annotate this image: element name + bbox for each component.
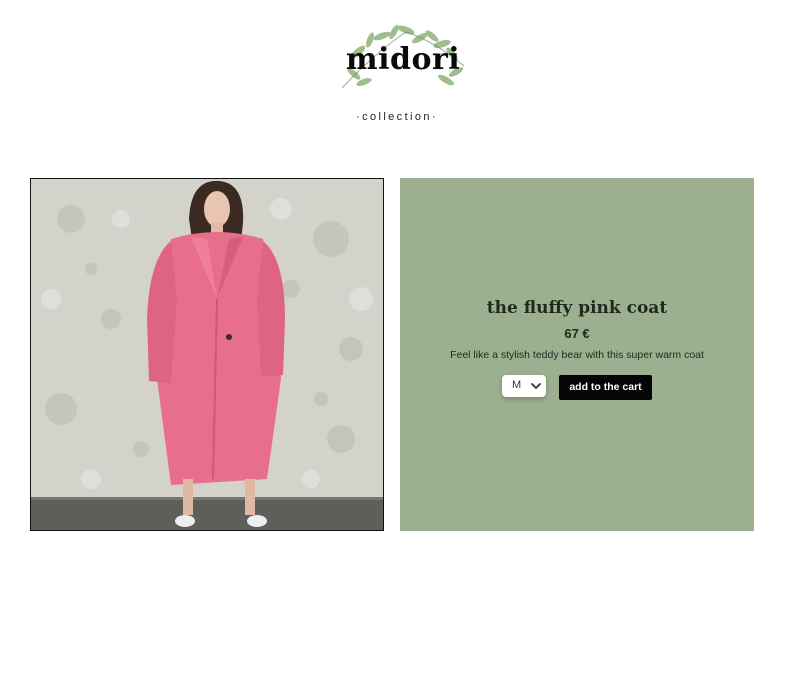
product-title: the fluffy pink coat [486, 298, 668, 318]
chevron-down-icon [531, 383, 541, 389]
product-price: 67 € [564, 326, 590, 341]
logo-text: midori [345, 42, 461, 77]
brand-logo[interactable]: midori [336, 22, 470, 94]
size-select-value: M [512, 379, 522, 391]
product-description: Feel like a stylish teddy bear with this… [450, 349, 704, 361]
add-to-cart-button[interactable]: add to the cart [559, 375, 652, 400]
product-details-panel: the fluffy pink coat 67 € Feel like a st… [400, 178, 754, 531]
size-select[interactable]: M [502, 375, 546, 397]
product-image [30, 178, 384, 531]
product-page: midori ·collection· the fluffy pink coat… [0, 0, 794, 692]
page-subtitle: ·collection· [356, 111, 438, 123]
